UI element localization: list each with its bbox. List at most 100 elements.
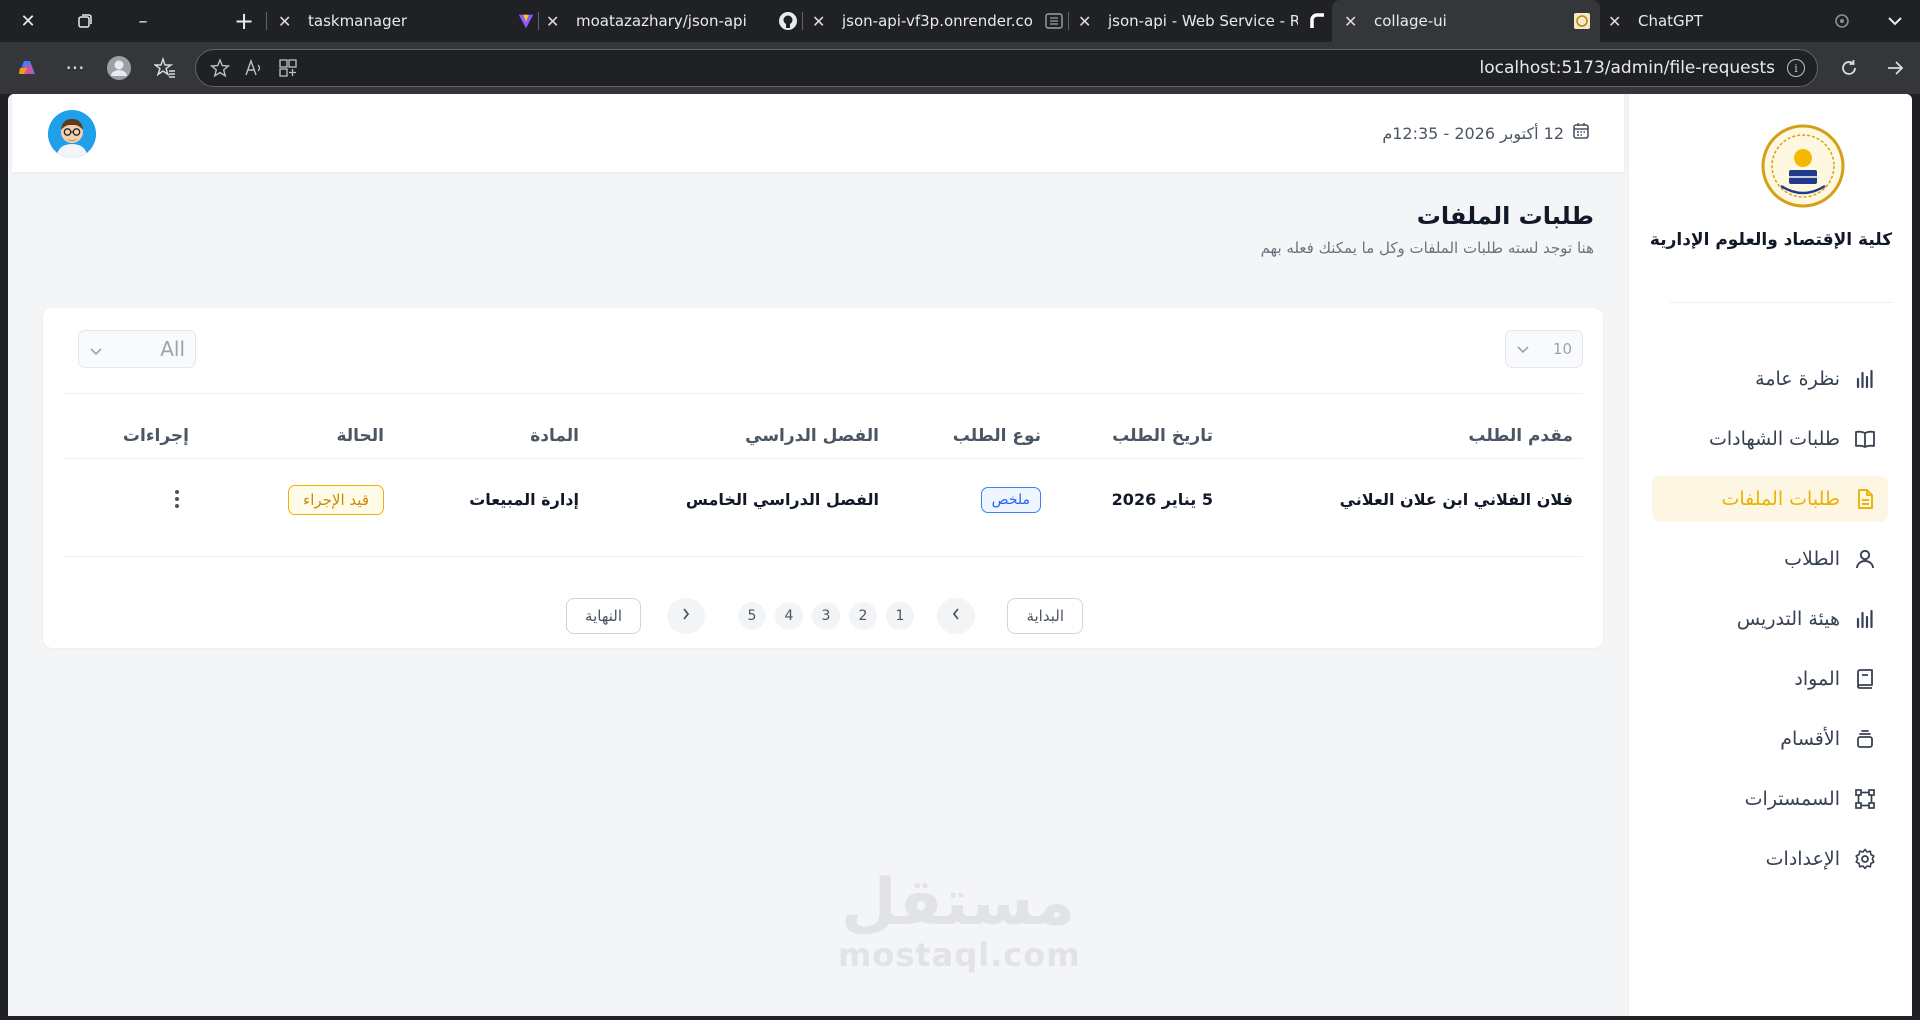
url-text[interactable]: localhost:5173/admin/file-requests bbox=[1479, 58, 1775, 78]
divider bbox=[63, 556, 1583, 557]
sidebar-item-departments[interactable]: الأقسام bbox=[1652, 716, 1888, 762]
browser-toolbar: ··· localhost:5173/admin/file-requests i bbox=[0, 42, 1920, 94]
close-window-icon[interactable]: ✕ bbox=[15, 8, 41, 34]
sidebar-item-settings[interactable]: الإعدادات bbox=[1652, 836, 1888, 882]
tab-title: taskmanager bbox=[308, 12, 407, 30]
first-page-button[interactable]: البداية bbox=[1007, 598, 1083, 634]
tab-close-icon[interactable]: ✕ bbox=[812, 12, 834, 31]
tab-search-chevron-icon[interactable] bbox=[1882, 8, 1908, 34]
column-header-status: الحالة bbox=[336, 426, 384, 446]
chevron-left-icon bbox=[951, 607, 961, 625]
sidebar-item-faculty[interactable]: هيئة التدريس bbox=[1652, 596, 1888, 642]
sidebar-item-label: الأقسام bbox=[1780, 728, 1840, 750]
profile-icon[interactable] bbox=[106, 55, 132, 81]
page-subtitle: هنا توجد لسته طلبات الملفات وكل ما يمكنك… bbox=[1260, 239, 1594, 257]
tab-favicon-icon bbox=[1044, 11, 1064, 31]
page-4-button[interactable]: 4 bbox=[775, 602, 803, 630]
sidebar-item-semesters[interactable]: السمسترات bbox=[1652, 776, 1888, 822]
page-5-button[interactable]: 5 bbox=[738, 602, 766, 630]
chevron-down-icon bbox=[89, 337, 103, 361]
top-header: 12 أكتوبر 2026 - 12:35م bbox=[12, 94, 1624, 172]
tab-taskmanager[interactable]: ✕ taskmanager bbox=[278, 0, 536, 42]
vite-icon bbox=[516, 11, 536, 31]
refresh-icon[interactable] bbox=[1836, 55, 1862, 81]
tab-close-icon[interactable]: ✕ bbox=[1608, 12, 1630, 31]
tab-onrender[interactable]: ✕ json-api-vf3p.onrender.com/ bbox=[812, 0, 1064, 42]
status-filter-value: All bbox=[160, 337, 185, 361]
column-header-subject: المادة bbox=[530, 426, 579, 446]
read-aloud-icon[interactable] bbox=[244, 58, 264, 83]
page-2-button[interactable]: 2 bbox=[849, 602, 877, 630]
sidebar-item-label: هيئة التدريس bbox=[1736, 608, 1840, 630]
next-page-button[interactable] bbox=[667, 598, 705, 634]
cell-subject: إدارة المبيعات bbox=[469, 490, 579, 509]
chevron-right-icon bbox=[681, 607, 691, 625]
column-header-actions: إجراءات bbox=[122, 426, 189, 446]
address-bar[interactable]: localhost:5173/admin/file-requests i bbox=[195, 49, 1818, 87]
bar-chart-icon bbox=[1854, 608, 1876, 630]
sidebar-item-label: السمسترات bbox=[1744, 788, 1840, 810]
tab-collage-ui[interactable]: ✕ collage-ui bbox=[1332, 0, 1600, 42]
avatar[interactable] bbox=[48, 110, 96, 158]
tab-close-icon[interactable]: ✕ bbox=[546, 12, 568, 31]
forward-icon[interactable] bbox=[1882, 55, 1908, 81]
rows-per-page-select[interactable]: 10 bbox=[1505, 330, 1583, 368]
last-page-button[interactable]: النهاية bbox=[566, 598, 641, 634]
add-favorite-icon[interactable] bbox=[209, 58, 231, 83]
tab-close-icon[interactable]: ✕ bbox=[278, 12, 300, 31]
copilot-icon[interactable] bbox=[14, 55, 40, 81]
sidebar: كلية الإقتصاد والعلوم الإدارية نظرة عامة… bbox=[1628, 94, 1912, 1016]
type-badge: ملخص bbox=[980, 487, 1041, 513]
page-1-button[interactable]: 1 bbox=[886, 602, 914, 630]
favorites-icon[interactable] bbox=[152, 55, 178, 81]
bar-chart-icon bbox=[1854, 368, 1876, 390]
sidebar-item-file-requests[interactable]: طلبات الملفات bbox=[1652, 476, 1888, 522]
tab-actions-icon[interactable] bbox=[72, 8, 98, 34]
column-header-type: نوع الطلب bbox=[952, 426, 1041, 446]
github-icon bbox=[778, 11, 798, 31]
tab-close-icon[interactable]: ✕ bbox=[1078, 12, 1100, 31]
page-3-button[interactable]: 3 bbox=[812, 602, 840, 630]
user-icon bbox=[1854, 548, 1876, 570]
sidebar-item-label: طلبات الشهادات bbox=[1708, 428, 1840, 450]
divider bbox=[63, 393, 1583, 394]
college-logo bbox=[1761, 124, 1845, 208]
tab-render-dashboard[interactable]: ✕ json-api - Web Service - Ren bbox=[1078, 0, 1328, 42]
column-header-applicant: مقدم الطلب bbox=[1468, 426, 1573, 446]
minimize-icon[interactable]: – bbox=[130, 8, 156, 34]
sidebar-item-overview[interactable]: نظرة عامة bbox=[1652, 356, 1888, 402]
tab-close-icon[interactable]: ✕ bbox=[1344, 12, 1366, 31]
date-time: 12 أكتوبر 2026 - 12:35م bbox=[1382, 122, 1590, 144]
sidebar-item-label: طلبات الملفات bbox=[1721, 488, 1841, 510]
rows-per-page-value: 10 bbox=[1552, 340, 1572, 358]
cell-semester: الفصل الدراسي الخامس bbox=[685, 490, 879, 509]
app-available-icon[interactable] bbox=[278, 58, 298, 83]
cell-applicant: فلان الفلاني ابن علان العلاني bbox=[1339, 490, 1573, 509]
tab-title: ChatGPT bbox=[1638, 12, 1703, 30]
sidebar-item-subjects[interactable]: المواد bbox=[1652, 656, 1888, 702]
tab-title: json-api-vf3p.onrender.com/ bbox=[842, 12, 1032, 30]
tab-chatgpt[interactable]: ✕ ChatGPT bbox=[1608, 0, 1849, 42]
date-time-text: 12 أكتوبر 2026 - 12:35م bbox=[1382, 123, 1564, 143]
cell-date: 5 يناير 2026 bbox=[1111, 490, 1213, 509]
layers-icon bbox=[1854, 728, 1876, 750]
site-info-icon[interactable]: i bbox=[1787, 59, 1805, 77]
browser-tab-bar: ✕ – + ✕ taskmanager ✕ moatazazhary/json-… bbox=[0, 0, 1920, 42]
status-filter-select[interactable]: All bbox=[78, 330, 196, 368]
chevron-down-icon bbox=[1516, 340, 1530, 358]
sidebar-item-students[interactable]: الطلاب bbox=[1652, 536, 1888, 582]
prev-page-button[interactable] bbox=[937, 598, 975, 634]
divider bbox=[63, 458, 1583, 459]
row-actions-icon[interactable] bbox=[165, 484, 189, 514]
watermark-latin: mostaql.com bbox=[838, 936, 1081, 974]
tab-title: moatazazhary/json-api bbox=[576, 12, 747, 30]
sidebar-item-certificate-requests[interactable]: طلبات الشهادات bbox=[1652, 416, 1888, 462]
tab-json-api-repo[interactable]: ✕ moatazazhary/json-api bbox=[546, 0, 798, 42]
nodes-icon bbox=[1854, 788, 1876, 810]
more-menu-icon[interactable]: ··· bbox=[62, 55, 88, 81]
book-icon bbox=[1854, 668, 1876, 690]
new-tab-icon[interactable]: + bbox=[231, 7, 257, 35]
watermark-arabic: مستقل bbox=[840, 866, 1076, 940]
page: كلية الإقتصاد والعلوم الإدارية نظرة عامة… bbox=[8, 94, 1912, 1016]
file-icon bbox=[1854, 488, 1876, 510]
